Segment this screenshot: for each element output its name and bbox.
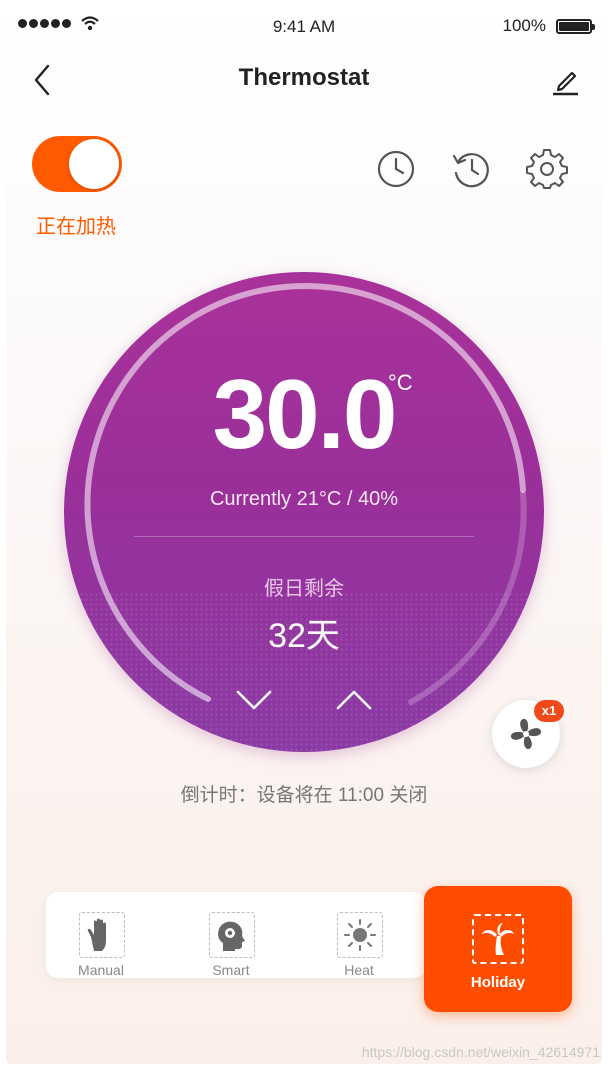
battery-percent: 100% [502,16,546,35]
status-bar: 9:41 AM 100% [6,4,602,48]
watermark: https://blog.csdn.net/weixin_42614971 [361,1044,600,1060]
hand-icon [79,912,125,958]
mode-heat[interactable]: Heat [304,892,414,978]
settings-gear-icon[interactable] [526,148,568,190]
mode-holiday-label: Holiday [470,974,526,991]
mode-holiday[interactable]: Holiday [424,886,572,1012]
mode-smart-label: Smart [212,962,250,978]
edit-icon[interactable] [550,64,580,96]
increase-temp-button[interactable] [334,686,374,714]
fan-speed-badge: x1 [534,700,564,722]
mode-heat-label: Heat [344,962,374,978]
mode-manual-label: Manual [78,962,124,978]
toggle-knob [69,139,119,189]
temperature-unit: °C [388,370,413,395]
mode-manual[interactable]: Manual [46,892,156,978]
heating-status: 正在加热 [36,216,116,238]
battery-icon [556,19,595,34]
target-temperature: 30.0 [212,359,398,469]
countdown-text: 倒计时：设备将在 11:00 关闭 [180,785,428,806]
page-title: Thermostat [238,64,370,91]
clock-icon[interactable] [375,148,417,190]
dial-divider [134,536,474,537]
smart-head-icon [209,912,255,958]
temperature-arc[interactable] [64,272,544,752]
mode-smart[interactable]: Smart [176,892,286,978]
current-readings: Currently 21°C / 40% [209,488,399,510]
schedule-cycle-icon[interactable] [450,148,492,190]
power-toggle[interactable] [32,136,122,192]
sun-icon [337,912,383,958]
mode-bar: Manual Smart Heat [46,892,426,978]
app-screen: 9:41 AM 100% Thermostat 正在加热 30.0 °C Cur… [6,4,602,1064]
holiday-remaining-label: 假日剩余 [264,578,344,600]
holiday-remaining-days: 32天 [268,617,340,655]
decrease-temp-button[interactable] [234,686,274,714]
palm-tree-icon [472,914,524,964]
